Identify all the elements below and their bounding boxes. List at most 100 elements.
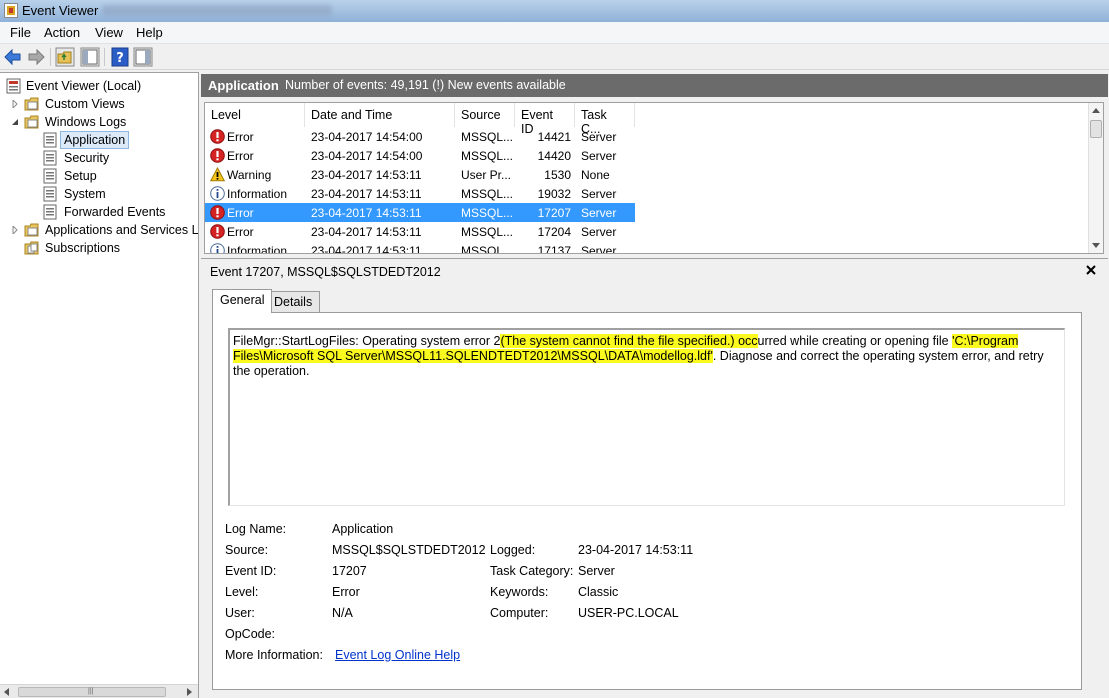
task-category-label: Task Category: xyxy=(490,564,574,578)
event-log-online-help-link[interactable]: Event Log Online Help xyxy=(335,648,460,662)
event-source: MSSQL... xyxy=(461,149,514,163)
tab-general[interactable]: General xyxy=(212,289,273,313)
log-name-label: Log Name: xyxy=(225,522,287,536)
log-icon xyxy=(43,204,57,220)
event-viewer-icon xyxy=(6,78,21,94)
tab-details[interactable]: Details xyxy=(266,291,321,313)
menu-view[interactable]: View xyxy=(93,25,125,40)
general-tab-panel: FileMgr::StartLogFiles: Operating system… xyxy=(212,312,1082,690)
event-source: MSSQL... xyxy=(461,206,514,220)
event-date-time: 23-04-2017 14:53:11 xyxy=(311,244,422,254)
menu-bar: File Action View Help xyxy=(0,22,1109,44)
tree-item-label: Windows Logs xyxy=(45,115,127,129)
event-row[interactable]: Error 23-04-2017 14:53:11 MSSQL... 17204 Ser… xyxy=(205,222,635,241)
more-information-label: More Information: xyxy=(225,648,323,662)
event-row[interactable]: Error 23-04-2017 14:54:00 MSSQL... 14420 Ser… xyxy=(205,146,635,165)
tree-item-label: Security xyxy=(64,151,110,165)
toolbar-separator xyxy=(50,48,51,66)
blurred-window-text xyxy=(102,5,332,16)
up-folder-icon[interactable] xyxy=(55,47,75,67)
event-level: Information xyxy=(227,187,288,201)
close-icon[interactable] xyxy=(1084,263,1098,277)
event-date-time: 23-04-2017 14:53:11 xyxy=(311,187,422,201)
event-row[interactable]: Information 23-04-2017 14:53:11 MSSQL... 17… xyxy=(205,241,635,254)
log-icon xyxy=(43,168,57,184)
event-level: Error xyxy=(227,130,254,144)
event-id: 19032 xyxy=(537,187,571,201)
error-icon xyxy=(210,224,225,239)
computer-value: USER-PC.LOCAL xyxy=(578,606,679,620)
scroll-down-arrow-icon[interactable] xyxy=(1092,243,1100,248)
event-list: Level Date and Time Source Event ID Task… xyxy=(204,102,1104,254)
subscriptions-icon xyxy=(24,241,39,255)
tree-horizontal-scrollbar[interactable]: ||| xyxy=(0,684,198,698)
column-header-task-category[interactable]: Task C... xyxy=(575,103,635,136)
column-header-date-and-time[interactable]: Date and Time xyxy=(305,103,455,127)
log-icon xyxy=(43,132,57,148)
level-label: Level: xyxy=(225,585,259,599)
scroll-right-arrow-icon[interactable] xyxy=(187,688,192,696)
event-level: Error xyxy=(227,206,254,220)
task-category-value: Server xyxy=(578,564,615,578)
column-header-source[interactable]: Source xyxy=(455,103,515,127)
log-pane-title: Application xyxy=(208,78,279,93)
menu-help[interactable]: Help xyxy=(134,25,165,40)
source-value: MSSQL$SQLSTDEDT2012 xyxy=(332,543,486,557)
warning-icon xyxy=(209,166,226,182)
event-row[interactable]: Error 23-04-2017 14:54:00 MSSQL... 14421 Ser… xyxy=(205,127,635,146)
collapse-arrow-icon[interactable] xyxy=(11,118,19,126)
keywords-value: Classic xyxy=(578,585,619,599)
menu-file[interactable]: File xyxy=(8,25,33,40)
scroll-up-arrow-icon[interactable] xyxy=(1092,108,1100,113)
event-id-label: Event ID: xyxy=(225,564,277,578)
scrollbar-thumb[interactable] xyxy=(1090,120,1102,138)
toolbar-separator xyxy=(104,48,105,66)
event-level: Warning xyxy=(227,168,272,182)
event-task-category: Server xyxy=(581,225,617,239)
opcode-label: OpCode: xyxy=(225,627,276,641)
event-task-category: None xyxy=(581,168,610,182)
event-source: MSSQL... xyxy=(461,225,514,239)
description-text: FileMgr::StartLogFiles: Operating system… xyxy=(233,334,501,348)
log-pane-event-count: Number of events: 49,191 (!) New events … xyxy=(285,78,566,92)
event-source: MSSQL... xyxy=(461,244,514,254)
event-id: 14421 xyxy=(537,130,571,144)
event-list-vertical-scrollbar[interactable] xyxy=(1088,103,1103,253)
logged-label: Logged: xyxy=(490,543,536,557)
error-icon xyxy=(210,129,225,144)
window-title: Event Viewer xyxy=(22,3,99,18)
show-hide-tree-icon[interactable] xyxy=(80,47,100,67)
show-hide-action-pane-icon[interactable] xyxy=(133,47,153,67)
event-date-time: 23-04-2017 14:54:00 xyxy=(311,149,423,163)
tree-item-label: Application xyxy=(60,131,130,149)
source-label: Source: xyxy=(225,543,269,557)
error-icon xyxy=(210,205,225,220)
event-date-time: 23-04-2017 14:53:11 xyxy=(311,225,422,239)
scrollbar-grip-icon: ||| xyxy=(88,688,94,695)
expand-arrow-icon[interactable] xyxy=(11,226,19,234)
scroll-left-arrow-icon[interactable] xyxy=(4,688,9,696)
event-task-category: Server xyxy=(581,149,617,163)
column-header-event-id[interactable]: Event ID xyxy=(515,103,575,136)
expand-arrow-icon[interactable] xyxy=(11,100,19,108)
event-id: 17204 xyxy=(537,225,571,239)
event-row[interactable]: Error 23-04-2017 14:53:11 MSSQL... 17207 Ser… xyxy=(205,203,635,222)
information-icon xyxy=(210,186,225,201)
event-date-time: 23-04-2017 14:54:00 xyxy=(311,130,423,144)
title-bar: Event Viewer xyxy=(0,0,1109,22)
logged-value: 23-04-2017 14:53:11 xyxy=(578,543,694,557)
event-detail-title: Event 17207, MSSQL$SQLSTDEDT2012 xyxy=(210,265,441,279)
back-arrow-icon[interactable] xyxy=(3,47,23,67)
menu-action[interactable]: Action xyxy=(42,25,82,40)
column-header-level[interactable]: Level xyxy=(205,103,305,127)
event-row[interactable]: Information 23-04-2017 14:53:11 MSSQL... 19… xyxy=(205,184,635,203)
event-task-category: Server xyxy=(581,130,617,144)
event-id: 1530 xyxy=(544,168,571,182)
folder-icon xyxy=(24,97,39,111)
help-icon[interactable]: ? xyxy=(110,47,130,67)
forward-arrow-icon[interactable] xyxy=(26,47,46,67)
svg-text:?: ? xyxy=(116,51,124,66)
event-row[interactable]: Warning 23-04-2017 14:53:11 User Pr... 1530… xyxy=(205,165,635,184)
log-icon xyxy=(43,186,57,202)
tree-item-applications-and-services-logs[interactable]: Applications and Services Lo xyxy=(4,221,198,239)
